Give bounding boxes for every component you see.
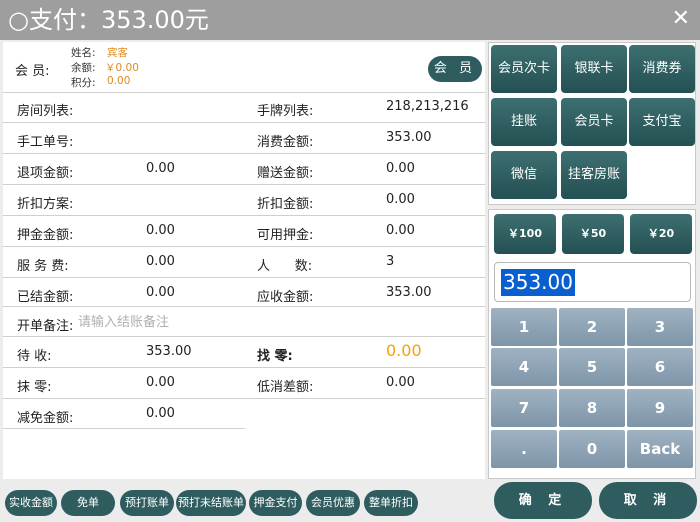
tag-list-value: 218,213,216 (386, 99, 469, 114)
key-4[interactable]: 4 (491, 348, 557, 386)
service-fee-label: 服 务 费: (17, 259, 69, 274)
divider (3, 336, 485, 337)
key-9[interactable]: 9 (627, 389, 693, 427)
consume-amount-value: 353.00 (386, 130, 432, 145)
member-points-label: 积分: (71, 77, 96, 89)
available-deposit-label: 可用押金: (257, 228, 314, 243)
people-label: 人 数: (257, 259, 313, 274)
whole-discount-button[interactable]: 整单折扣 (364, 490, 418, 516)
member-balance-label: 余额: (71, 62, 96, 74)
pay-wechat[interactable]: 微信 (491, 151, 557, 199)
key-dot[interactable]: . (491, 430, 557, 468)
receivable-label: 应收金额: (257, 290, 314, 305)
settled-amount-label: 已结金额: (17, 290, 74, 305)
discount-amount-label: 折扣金额: (257, 197, 314, 212)
window-title: ○支付：353.00元 (8, 6, 209, 34)
consume-amount-label: 消费金额: (257, 135, 314, 150)
discount-amount-value: 0.00 (386, 192, 415, 207)
amount-input[interactable]: 353.00 (494, 262, 691, 302)
manual-no-label: 手工单号: (17, 135, 74, 150)
bill-details-panel: 会 员: 姓名: 宾客 余额: ￥0.00 积分: 0.00 会 员 房间列表:… (3, 42, 485, 479)
cash-50-button[interactable]: ￥50 (562, 214, 624, 254)
key-8[interactable]: 8 (559, 389, 625, 427)
key-5[interactable]: 5 (559, 348, 625, 386)
deposit-pay-button[interactable]: 押金支付 (249, 490, 302, 516)
key-6[interactable]: 6 (627, 348, 693, 386)
divider (3, 428, 245, 429)
payment-methods-panel: 会员次卡 银联卡 消费券 挂账 会员卡 支付宝 微信 挂客房账 (488, 42, 696, 205)
waiver-value: 0.00 (146, 406, 175, 421)
divider (3, 306, 485, 307)
divider (3, 215, 485, 216)
divider (3, 246, 485, 247)
cash-100-button[interactable]: ￥100 (494, 214, 556, 254)
key-back[interactable]: Back (627, 430, 693, 468)
member-name: 宾客 (107, 47, 128, 59)
keypad-panel: ￥100 ￥50 ￥20 353.00 1 2 3 4 5 6 7 8 9 . … (488, 209, 696, 479)
people-value: 3 (386, 254, 395, 269)
free-order-button[interactable]: 免单 (61, 490, 115, 516)
member-discount-button[interactable]: 会员优惠 (306, 490, 360, 516)
pay-member-card[interactable]: 会员卡 (561, 98, 627, 146)
refund-amount-value: 0.00 (146, 161, 175, 176)
amount-value: 353.00 (501, 269, 575, 296)
room-list-label: 房间列表: (17, 104, 74, 119)
close-icon[interactable]: ✕ (672, 6, 690, 32)
rounding-value: 0.00 (146, 375, 175, 390)
divider (3, 153, 485, 154)
actual-amount-button[interactable]: 实收金额 (5, 490, 57, 516)
divider (3, 398, 485, 399)
confirm-button[interactable]: 确 定 (494, 482, 592, 519)
key-1[interactable]: 1 (491, 308, 557, 346)
pay-voucher[interactable]: 消费券 (629, 45, 695, 93)
receivable-value: 353.00 (386, 285, 432, 300)
member-balance: ￥0.00 (105, 62, 139, 74)
pay-member-times-card[interactable]: 会员次卡 (491, 45, 557, 93)
deposit-amount-value: 0.00 (146, 223, 175, 238)
refund-amount-label: 退项金额: (17, 166, 74, 181)
key-3[interactable]: 3 (627, 308, 693, 346)
pay-on-account[interactable]: 挂账 (491, 98, 557, 146)
preprint-bill-button[interactable]: 预打账单 (120, 490, 174, 516)
remark-input[interactable] (78, 312, 415, 332)
key-0[interactable]: 0 (559, 430, 625, 468)
gift-amount-value: 0.00 (386, 161, 415, 176)
min-diff-value: 0.00 (386, 375, 415, 390)
tag-list-label: 手牌列表: (257, 104, 314, 119)
waiver-label: 减免金额: (17, 411, 74, 426)
min-diff-label: 低消差额: (257, 380, 314, 395)
available-deposit-value: 0.00 (386, 223, 415, 238)
divider (3, 122, 485, 123)
member-name-label: 姓名: (71, 47, 96, 59)
deposit-amount-label: 押金金额: (17, 228, 74, 243)
key-2[interactable]: 2 (559, 308, 625, 346)
pay-alipay[interactable]: 支付宝 (629, 98, 695, 146)
gift-amount-label: 赠送金额: (257, 166, 314, 181)
member-points: 0.00 (107, 75, 131, 87)
cancel-button[interactable]: 取 消 (599, 482, 697, 519)
rounding-label: 抹 零: (17, 380, 52, 395)
service-fee-value: 0.00 (146, 254, 175, 269)
divider (3, 184, 485, 185)
cash-20-button[interactable]: ￥20 (630, 214, 692, 254)
pay-unionpay[interactable]: 银联卡 (561, 45, 627, 93)
member-label: 会 员: (15, 64, 50, 79)
divider (3, 277, 485, 278)
settled-amount-value: 0.00 (146, 285, 175, 300)
member-button[interactable]: 会 员 (428, 56, 482, 82)
title-bar: ○支付：353.00元 ✕ (0, 0, 700, 40)
change-label: 找 零: (257, 349, 293, 364)
pending-label: 待 收: (17, 349, 52, 364)
key-7[interactable]: 7 (491, 389, 557, 427)
discount-plan-label: 折扣方案: (17, 197, 74, 212)
divider (3, 367, 485, 368)
change-value: 0.00 (386, 341, 422, 360)
divider (3, 92, 485, 93)
remark-label: 开单备注: (17, 319, 74, 334)
pay-guest-room[interactable]: 挂客房账 (561, 151, 627, 199)
pending-value: 353.00 (146, 344, 192, 359)
preprint-unsettled-button[interactable]: 预打未结账单 (176, 490, 246, 516)
